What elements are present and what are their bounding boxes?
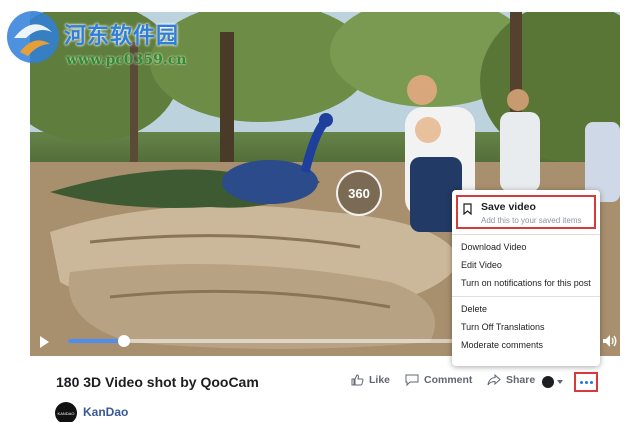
more-dot-icon <box>589 380 593 384</box>
share-label: Share <box>506 374 536 386</box>
menu-divider <box>452 234 600 235</box>
facebook-video-post: 河东软件园 www.pc0359.cn 360 Save video Add t… <box>0 0 640 422</box>
turn-on-notifications-menu-item[interactable]: Turn on notifications for this post <box>461 278 591 288</box>
watermark-site-name: 河东软件园 <box>64 23 180 49</box>
turn-off-translations-menu-item[interactable]: Turn Off Translations <box>461 322 545 332</box>
delete-menu-item[interactable]: Delete <box>461 304 487 314</box>
bookmark-icon <box>463 203 472 215</box>
more-dot-icon <box>579 380 583 384</box>
360-badge[interactable]: 360 <box>336 170 382 216</box>
more-options-menu: Save video Add this to your saved items … <box>452 190 600 366</box>
edit-video-menu-item[interactable]: Edit Video <box>461 260 502 270</box>
menu-divider <box>452 296 600 297</box>
save-video-label: Save video <box>481 201 536 213</box>
more-dot-icon <box>584 380 588 384</box>
author-name-link[interactable]: KanDao <box>83 405 128 419</box>
comment-button[interactable]: Comment <box>405 374 472 386</box>
progress-fill <box>68 339 124 343</box>
thumbs-up-icon <box>351 374 364 386</box>
share-icon <box>487 374 501 386</box>
site-watermark: 河东软件园 www.pc0359.cn <box>4 8 186 68</box>
share-button[interactable]: Share <box>487 374 535 386</box>
volume-icon[interactable] <box>602 334 618 348</box>
like-label: Like <box>369 374 391 386</box>
audience-globe-icon[interactable] <box>542 376 554 388</box>
comment-icon <box>405 374 419 386</box>
moderate-comments-menu-item[interactable]: Moderate comments <box>461 340 543 350</box>
download-video-menu-item[interactable]: Download Video <box>461 242 526 252</box>
video-title: 180 3D Video shot by QooCam <box>56 374 259 390</box>
comment-label: Comment <box>424 374 473 386</box>
more-options-button[interactable] <box>574 372 598 392</box>
progress-scrubber[interactable] <box>117 335 130 347</box>
like-button[interactable]: Like <box>351 374 390 386</box>
watermark-logo-icon <box>7 11 59 63</box>
watermark-url: www.pc0359.cn <box>66 52 187 68</box>
author-avatar[interactable]: KANDAO <box>55 402 77 422</box>
save-video-menu-item[interactable]: Save video Add this to your saved items <box>456 195 596 229</box>
save-video-subtitle: Add this to your saved items <box>481 216 582 225</box>
audience-dropdown-icon[interactable] <box>557 380 563 384</box>
play-icon[interactable] <box>40 336 49 348</box>
